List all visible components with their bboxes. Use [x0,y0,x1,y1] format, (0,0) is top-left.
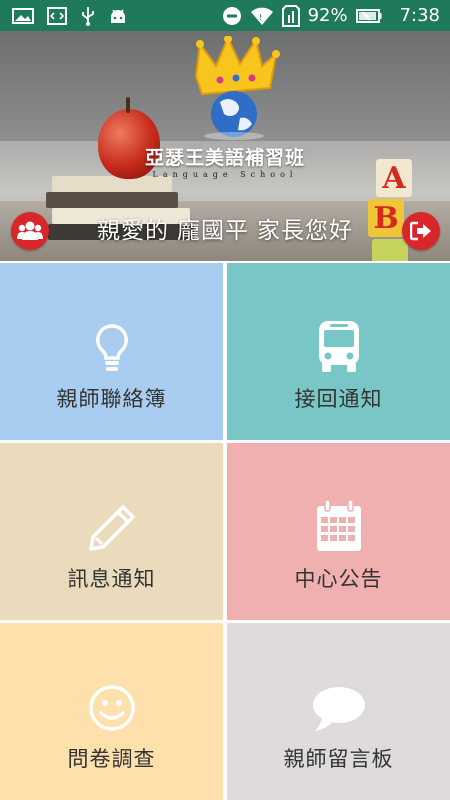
sim-icon [281,4,300,27]
school-subtitle: Language School [152,170,298,179]
greeting: 親愛的 龐國平 家長您好 [0,211,450,245]
tile-label: 中心公告 [294,567,383,591]
usb-icon [82,6,94,26]
status-time: 7:38 [399,5,440,26]
tile-messages[interactable]: 訊息通知 [0,443,223,620]
battery-percent: 92% [307,5,348,26]
status-bar: ! 92% 7:38 [0,0,450,31]
school-logo [194,36,280,140]
tile-label: 接回通知 [294,387,383,411]
switch-parent-button[interactable] [11,212,49,250]
wifi-icon: ! [250,7,273,25]
lightbulb-icon [95,324,128,371]
school-name: 亞瑟王美語補習班 [144,147,305,169]
tile-announcements[interactable]: 中心公告 [227,443,450,620]
speech-bubble-icon [312,687,365,731]
greeting-suffix: 家長您好 [257,218,353,244]
image-icon [12,7,34,24]
do-not-disturb-icon [222,6,241,25]
tile-label: 親師聯絡簿 [56,387,167,411]
battery-icon [355,8,382,23]
tile-label: 親師留言板 [283,747,394,771]
group-icon [17,221,43,240]
tile-pickup-notice[interactable]: 接回通知 [227,263,450,440]
parent-name: 龐國平 [177,218,249,244]
logout-icon [410,221,431,241]
tile-survey[interactable]: 問卷調查 [0,623,223,800]
tile-label: 問卷調查 [67,747,156,771]
tile-contact-book[interactable]: 親師聯絡簿 [0,263,223,440]
greeting-prefix: 親愛的 [97,218,169,244]
tile-message-board[interactable]: 親師留言板 [227,623,450,800]
pencil-icon [88,505,135,551]
header-banner: A B 亞瑟王美語補習班 Language School 親愛的 龐國平 家長您好 [0,31,450,261]
tile-label: 訊息通知 [67,567,156,591]
smiley-icon [88,685,135,731]
menu-grid: 親師聯絡簿 接回通知 訊息通知 中心公告 問卷調查 親師留言板 [0,261,450,800]
svg-text:!: ! [259,13,262,22]
calendar-icon [316,499,361,551]
logout-button[interactable] [402,212,440,250]
code-icon [47,6,67,25]
android-icon [111,9,125,23]
bus-icon [318,321,359,372]
